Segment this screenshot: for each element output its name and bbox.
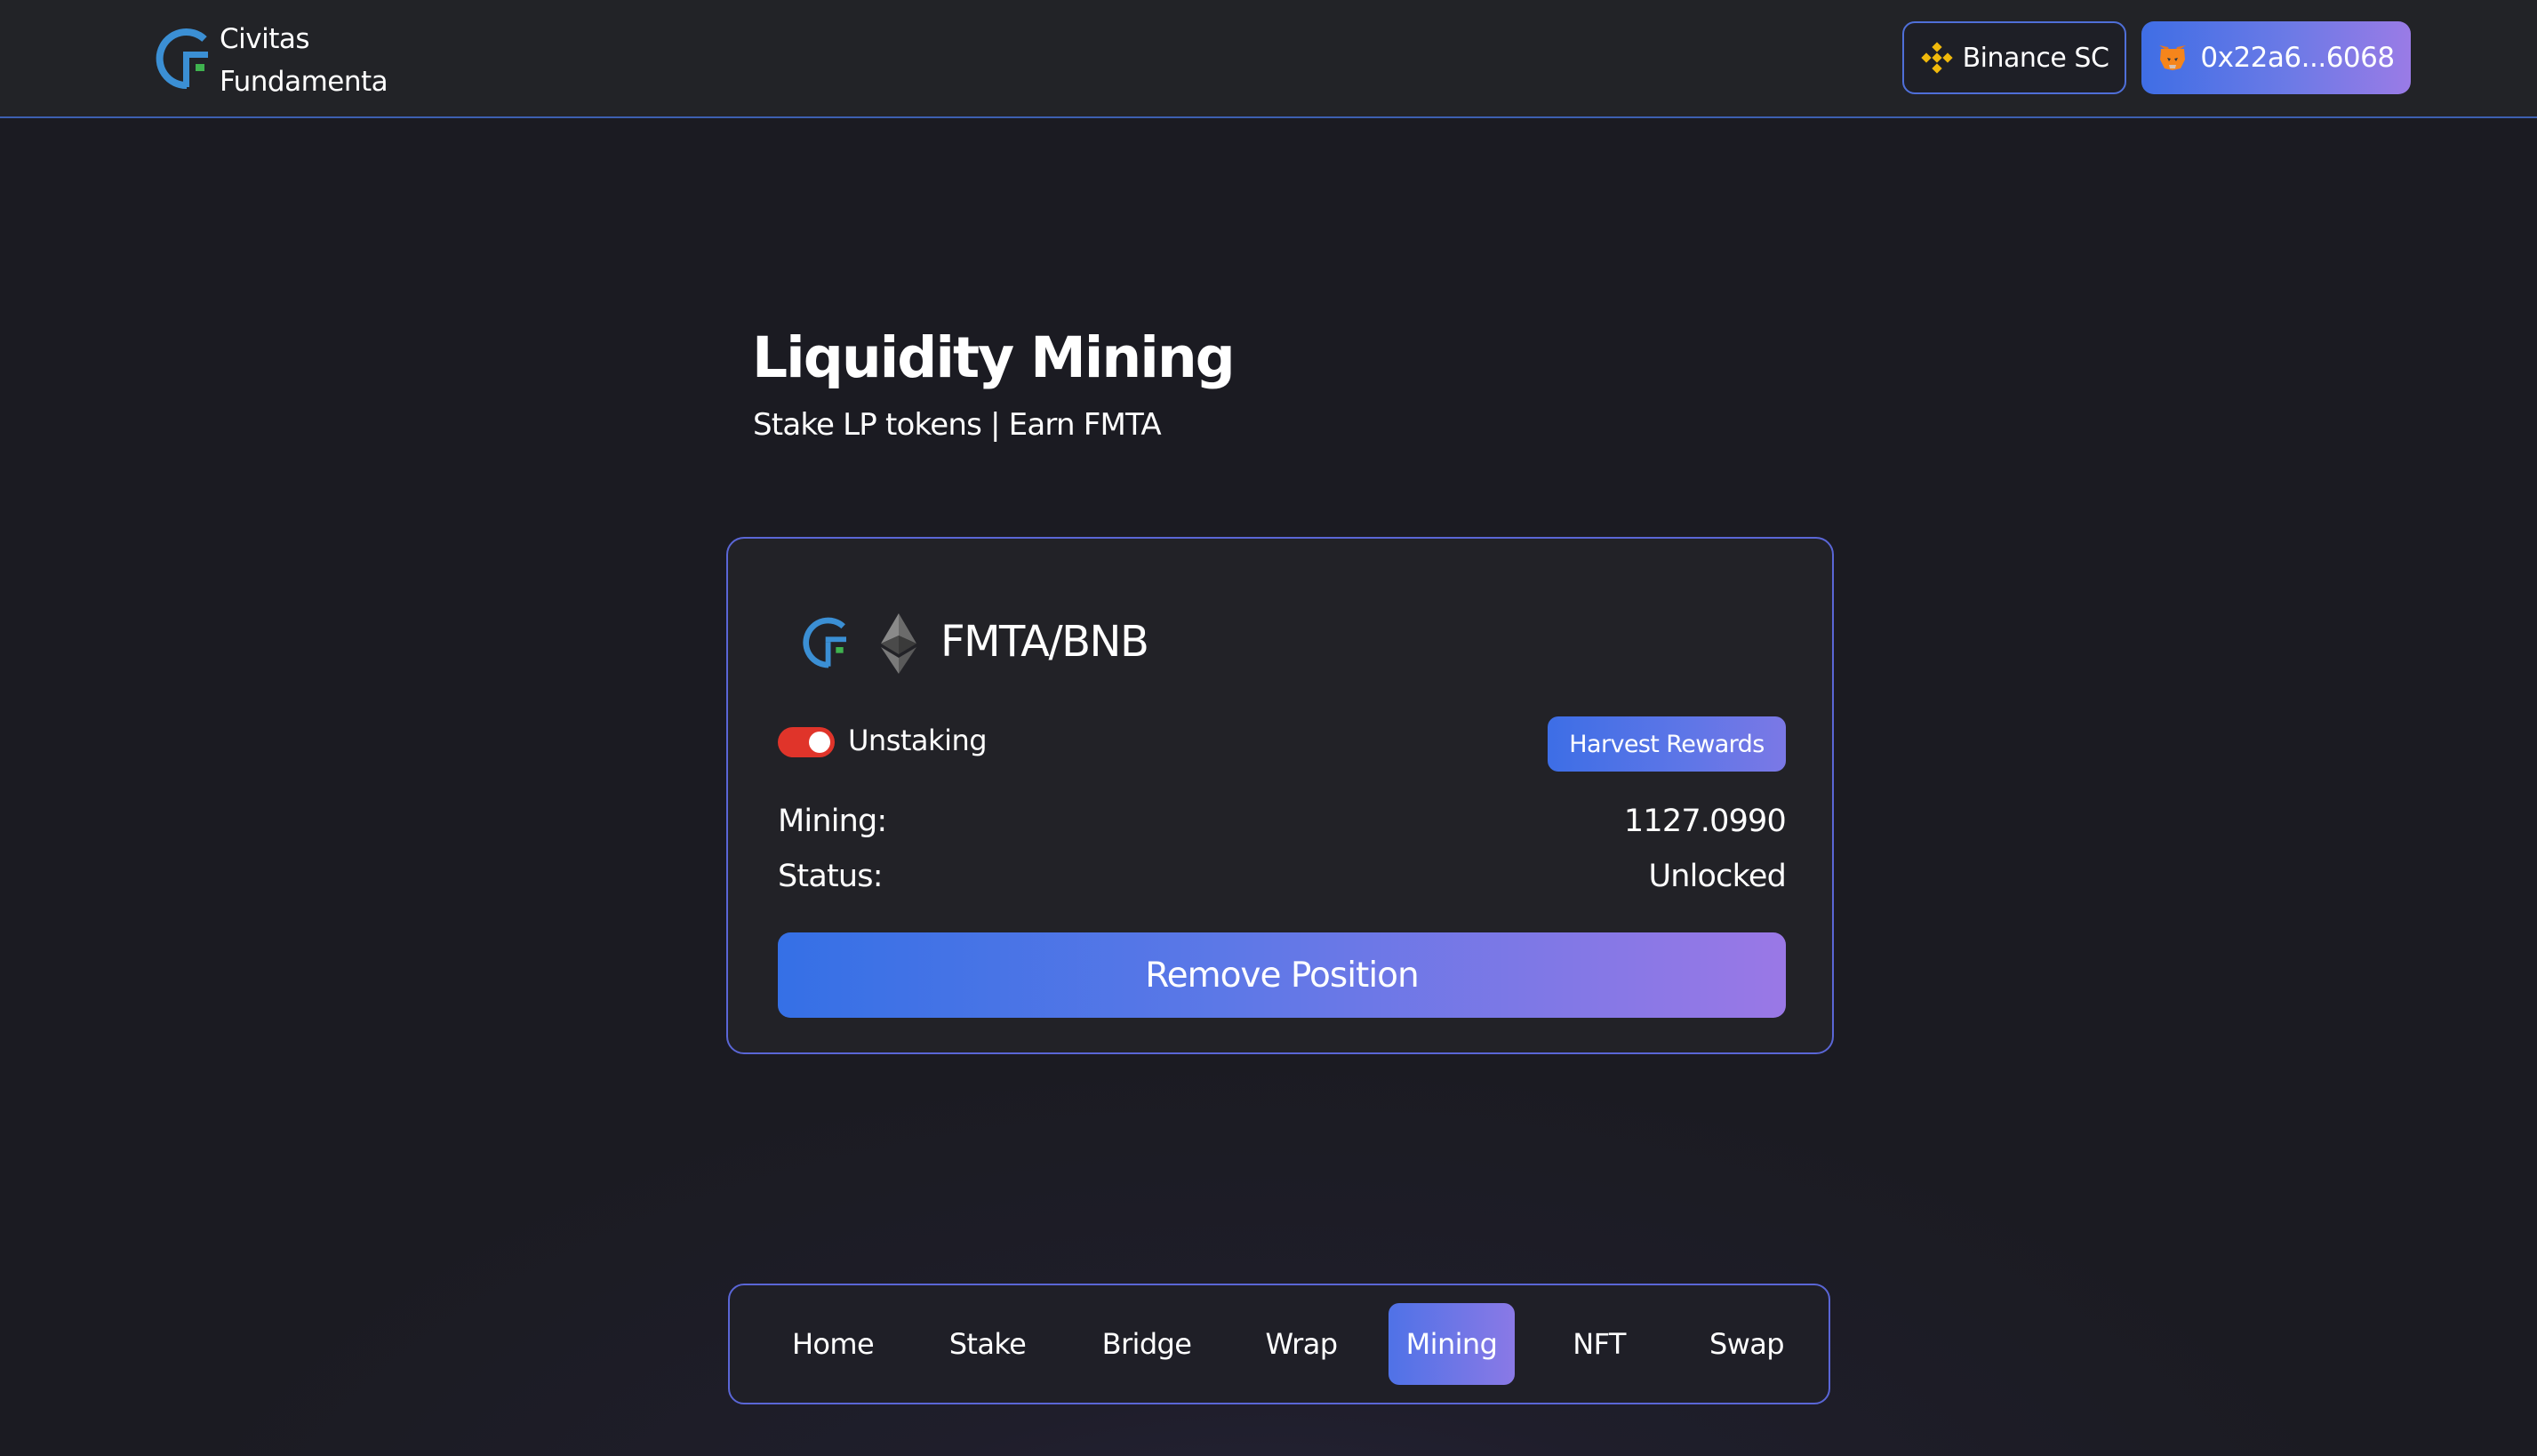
- page-title: Liquidity Mining: [752, 325, 1236, 390]
- network-button[interactable]: Binance SC: [1902, 21, 2126, 94]
- page-subtitle: Stake LP tokens | Earn FMTA: [753, 407, 1162, 443]
- nav-item-swap[interactable]: Swap: [1693, 1303, 1800, 1385]
- remove-position-button[interactable]: Remove Position: [778, 932, 1786, 1018]
- top-bar: Civitas Fundamenta Binance SC 0x22a6...6…: [0, 0, 2537, 118]
- fmta-token-icon: [803, 617, 846, 668]
- metamask-fox-icon: [2159, 45, 2187, 70]
- binance-icon: [1920, 42, 1953, 74]
- toggle-knob: [809, 732, 830, 753]
- nav-item-wrap[interactable]: Wrap: [1252, 1303, 1350, 1385]
- brand-line-1: Civitas: [220, 23, 310, 55]
- network-label: Binance SC: [1962, 42, 2109, 74]
- harvest-rewards-button[interactable]: Harvest Rewards: [1548, 716, 1786, 772]
- brand-name: Civitas Fundamenta: [220, 18, 388, 103]
- nav-item-nft[interactable]: NFT: [1555, 1303, 1644, 1385]
- row-label: Mining:: [778, 804, 887, 839]
- bottom-nav: Home Stake Bridge Wrap Mining NFT Swap: [728, 1284, 1830, 1404]
- ethereum-icon: [881, 613, 916, 674]
- civitas-logo-icon[interactable]: [149, 21, 224, 96]
- brand-line-2: Fundamenta: [220, 66, 388, 98]
- nav-item-mining[interactable]: Mining: [1389, 1303, 1515, 1385]
- wallet-address: 0x22a6...6068: [2200, 42, 2395, 74]
- row-value: 1127.0990: [1623, 804, 1787, 839]
- pair-name: FMTA/BNB: [940, 617, 1149, 667]
- nav-item-home[interactable]: Home: [780, 1303, 886, 1385]
- unstaking-toggle[interactable]: [778, 727, 835, 757]
- wallet-button[interactable]: 0x22a6...6068: [2141, 21, 2411, 94]
- toggle-label: Unstaking: [848, 724, 988, 757]
- row-value: Unlocked: [1648, 859, 1786, 894]
- row-label: Status:: [778, 859, 884, 894]
- mining-position-card: FMTA/BNB Unstaking Harvest Rewards Minin…: [726, 537, 1834, 1054]
- nav-item-stake[interactable]: Stake: [934, 1303, 1041, 1385]
- nav-item-bridge[interactable]: Bridge: [1089, 1303, 1204, 1385]
